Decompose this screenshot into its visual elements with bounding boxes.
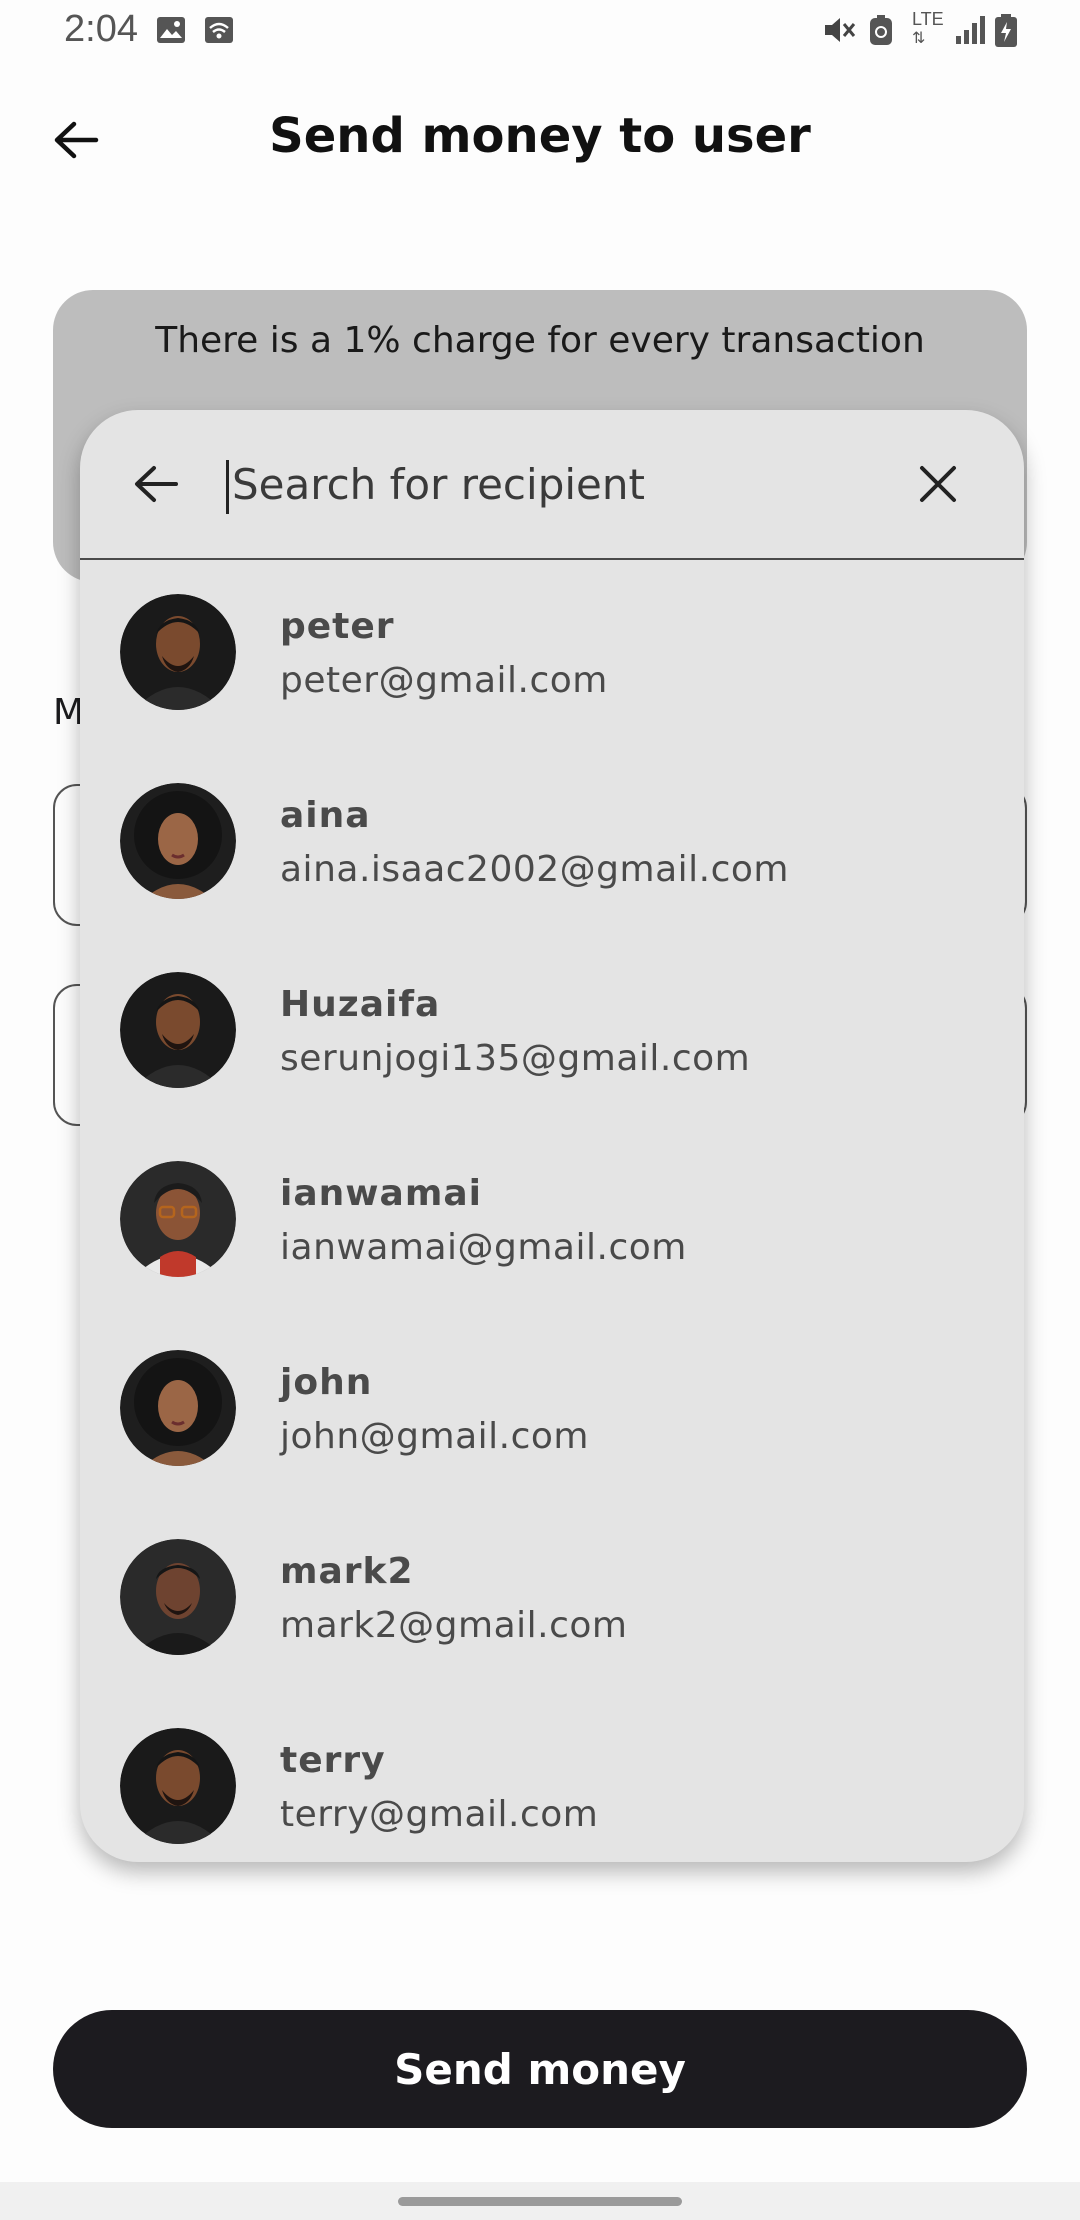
recipient-name: peter [280,606,395,647]
list-item[interactable]: ianwamai ianwamai@gmail.com [80,1125,1024,1314]
text-cursor [226,460,229,514]
list-item[interactable]: terry terry@gmail.com [80,1692,1024,1862]
recipient-search-panel: peter peter@gmail.com aina aina.isaac200… [80,410,1024,1862]
recipient-email: peter@gmail.com [280,660,608,701]
recipient-email: ianwamai@gmail.com [280,1227,687,1268]
network-label: LTE [912,9,944,29]
recipient-email: john@gmail.com [280,1416,589,1457]
recipient-name: ianwamai [280,1173,482,1214]
avatar [120,1728,236,1844]
clear-search-button[interactable] [902,448,974,520]
recipient-name: john [280,1362,373,1403]
list-item[interactable]: Huzaifa serunjogi135@gmail.com [80,936,1024,1125]
arrow-left-icon [135,466,178,502]
recipient-email: mark2@gmail.com [280,1605,628,1646]
recipient-email: terry@gmail.com [280,1794,599,1835]
image-icon [157,17,185,43]
recipient-email: serunjogi135@gmail.com [280,1038,751,1079]
recipient-name: terry [280,1740,386,1781]
mute-icon [825,18,856,42]
search-bar [80,410,1024,560]
list-item[interactable]: aina aina.isaac2002@gmail.com [80,747,1024,936]
status-time: 2:04 [64,8,138,50]
avatar [120,1350,236,1466]
home-gesture-handle[interactable] [398,2197,682,2206]
battery-charging-icon [995,14,1017,47]
avatar [120,594,236,710]
avatar [120,1161,236,1277]
avatar [120,972,236,1088]
send-money-button[interactable]: Send money [53,2010,1027,2128]
recipient-name: aina [280,795,371,836]
recipient-results-list: peter peter@gmail.com aina aina.isaac200… [80,558,1024,1862]
lte-icon: LTE ⇅ [912,9,944,47]
recipient-email: aina.isaac2002@gmail.com [280,849,789,890]
list-item[interactable]: peter peter@gmail.com [80,558,1024,747]
navigation-bar [0,2182,1080,2220]
page-title: Send money to user [269,108,811,164]
status-bar: 2:04 LTE ⇅ [0,0,1080,62]
recipient-name: Huzaifa [280,984,441,1025]
avatar [120,1539,236,1655]
search-back-button[interactable] [120,448,192,520]
avatar [120,783,236,899]
search-input[interactable] [226,448,852,520]
list-item[interactable]: john john@gmail.com [80,1314,1024,1503]
wifi-icon [205,17,233,43]
list-item[interactable]: mark2 mark2@gmail.com [80,1503,1024,1692]
fee-notice-text: There is a 1% charge for every transacti… [155,320,925,361]
close-icon [920,466,956,502]
recipient-name: mark2 [280,1551,414,1592]
data-saver-icon [870,15,892,45]
signal-icon [956,16,985,44]
